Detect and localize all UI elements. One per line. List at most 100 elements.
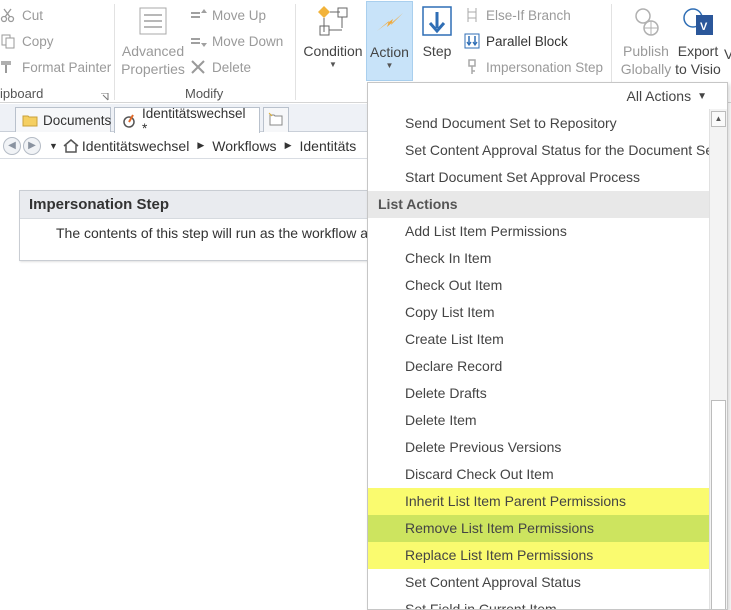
menu-item[interactable]: Set Content Approval Status for the Docu… [368,137,717,164]
menu-section-header: List Actions [368,191,711,218]
format-painter-button[interactable]: Format Painter [0,56,111,78]
properties-icon [136,4,170,38]
menu-item[interactable]: Discard Check Out Item [368,461,711,488]
scroll-thumb[interactable] [711,400,726,609]
document-tabs: Documents Identitätswechsel * [0,104,372,136]
condition-dropdown-icon: ▼ [329,60,337,69]
menu-item[interactable]: Send Document Set to Repository [368,110,711,137]
copy-label: Copy [22,33,54,49]
menu-item[interactable]: Check Out Item [368,272,711,299]
impersonation-step-label: Impersonation Step [486,59,604,75]
menu-item[interactable]: Create List Item [368,326,711,353]
back-arrow-icon[interactable]: ◀ [3,136,21,155]
menu-item[interactable]: Copy List Item [368,299,711,326]
copy-button[interactable]: Copy [0,30,54,52]
parallel-block-button[interactable]: Parallel Block [464,30,568,52]
scissors-icon [0,7,18,23]
export-label-1: Export [677,43,719,59]
new-tab-icon [268,112,284,128]
move-up-button[interactable]: Move Up [190,4,266,26]
delete-button[interactable]: Delete [190,56,251,78]
menu-item-inherit-permissions[interactable]: Inherit List Item Parent Permissions [368,488,711,515]
impersonation-step-title: Impersonation Step [20,191,378,219]
action-lightning-icon [373,5,407,39]
menu-item[interactable]: Start Document Set Approval Process [368,164,711,191]
move-down-button[interactable]: Move Down [190,30,283,52]
folder-icon [22,112,38,128]
dialog-launcher-icon[interactable] [101,89,109,101]
tab-documents[interactable]: Documents [15,107,111,132]
menu-item[interactable]: Add List Item Permissions [368,218,711,245]
clipboard-group-label: ipboard [0,86,44,101]
menu-item[interactable]: Check In Item [368,245,711,272]
menu-scrollbar[interactable]: ▲ [709,109,727,609]
impersonation-step-box[interactable]: Impersonation Step The contents of this … [19,190,379,261]
chevron-right-icon: ▶ [284,140,292,150]
breadcrumb-item-workflow[interactable]: Identitäts [299,138,356,154]
menu-item[interactable]: Delete Drafts [368,380,711,407]
action-button[interactable]: Action ▼ [366,1,413,81]
paintbrush-icon [0,59,18,75]
menu-item[interactable]: Set Content Approval Status [368,569,711,596]
menu-item-replace-permissions[interactable]: Replace List Item Permissions [368,542,711,569]
copy-icon [0,33,18,49]
publish-label-2: Globally [620,61,672,77]
parallel-block-label: Parallel Block [486,33,568,49]
ribbon-divider [114,4,115,100]
else-if-branch-label: Else-If Branch [486,7,571,23]
home-icon[interactable] [62,138,80,154]
condition-button[interactable]: Condition ▼ [302,4,364,70]
cut-off-ribbon-label: V [724,46,731,62]
menu-item-remove-permissions[interactable]: Remove List Item Permissions [368,515,711,542]
forward-arrow-icon[interactable]: ▶ [23,136,41,155]
impersonation-step-description: The contents of this step will run as th… [56,225,379,241]
menu-item[interactable]: Delete Previous Versions [368,434,711,461]
chevron-right-icon: ▶ [197,140,205,150]
modify-group-label: Modify [185,86,224,101]
move-up-icon [190,7,208,23]
format-painter-label: Format Painter [22,59,112,75]
action-label: Action [370,44,409,60]
key-icon [464,59,482,75]
action-dropdown-menu: All Actions ▼ Send Document Set to Repos… [367,82,728,610]
all-actions-label: All Actions [626,88,692,104]
delete-label: Delete [212,59,252,75]
move-down-label: Move Down [212,33,284,49]
else-if-branch-icon [464,7,482,23]
impersonation-step-button[interactable]: Impersonation Step [464,56,603,78]
breadcrumb: ◀ ▶ ▼ Identitätswechsel ▶ Workflows ▶ Id… [0,133,372,159]
tab-identitaetswechsel[interactable]: Identitätswechsel * [114,106,260,136]
export-label-2: to Visio [675,61,721,77]
advanced-properties-label-1: Advanced [121,43,185,59]
history-dropdown-icon[interactable]: ▼ [49,141,58,151]
breadcrumb-item-workflows[interactable]: Workflows [212,138,276,154]
condition-icon [316,4,350,38]
visio-icon: V [681,4,715,38]
menu-item[interactable]: Set Field in Current Item [368,596,711,609]
svg-text:V: V [700,21,708,33]
breadcrumb-item-site[interactable]: Identitätswechsel [82,138,189,154]
move-down-icon [190,33,208,49]
else-if-branch-button[interactable]: Else-If Branch [464,4,571,26]
cut-label: Cut [22,7,44,23]
move-up-label: Move Up [212,7,267,23]
step-button[interactable]: Step [417,4,457,60]
new-tab-button[interactable] [263,107,289,132]
export-to-visio-button[interactable]: V Export to Visio [674,4,722,78]
parallel-block-icon [464,33,482,49]
scroll-up-arrow-icon[interactable]: ▲ [711,111,726,127]
publish-label-1: Publish [623,43,669,59]
workflow-icon [121,113,137,129]
advanced-properties-label-2: Properties [121,61,185,77]
delete-x-icon [190,59,208,75]
menu-item[interactable]: Declare Record [368,353,711,380]
advanced-properties-button[interactable]: Advanced Properties [121,4,185,78]
dropdown-caret-icon: ▼ [697,90,707,102]
step-label: Step [422,43,452,59]
menu-item[interactable]: Delete Item [368,407,711,434]
all-actions-filter[interactable]: All Actions ▼ [627,88,708,104]
cut-button[interactable]: Cut [0,4,43,26]
publish-globally-button[interactable]: Publish Globally [618,4,674,78]
action-dropdown-icon: ▼ [385,61,394,70]
ribbon-divider [295,4,296,100]
